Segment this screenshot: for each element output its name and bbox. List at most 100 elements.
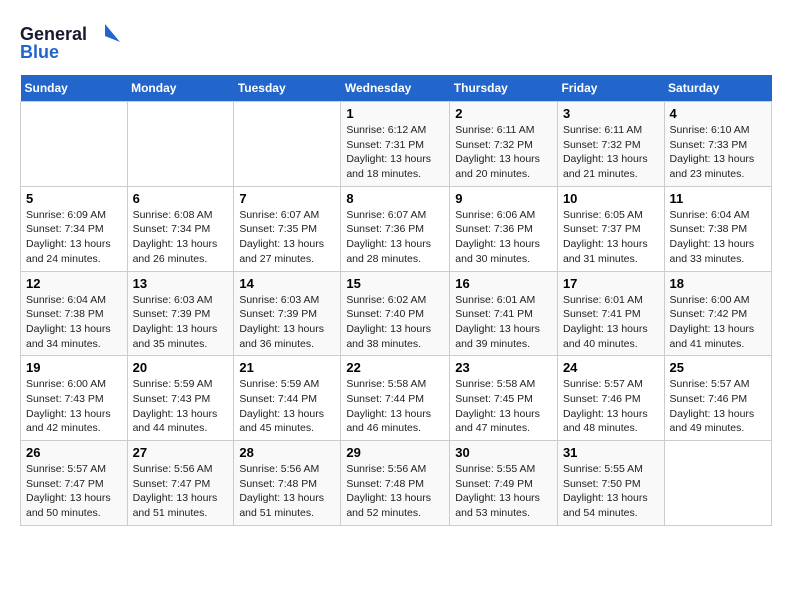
day-number: 21 — [239, 360, 335, 375]
calendar-cell: 12 Sunrise: 6:04 AMSunset: 7:38 PMDaylig… — [21, 271, 128, 356]
calendar-cell: 13 Sunrise: 6:03 AMSunset: 7:39 PMDaylig… — [127, 271, 234, 356]
calendar-cell: 17 Sunrise: 6:01 AMSunset: 7:41 PMDaylig… — [557, 271, 664, 356]
calendar-cell: 18 Sunrise: 6:00 AMSunset: 7:42 PMDaylig… — [664, 271, 771, 356]
day-number: 25 — [670, 360, 766, 375]
calendar-cell: 8 Sunrise: 6:07 AMSunset: 7:36 PMDayligh… — [341, 186, 450, 271]
day-number: 26 — [26, 445, 122, 460]
day-number: 16 — [455, 276, 552, 291]
cell-info: Sunrise: 5:59 AMSunset: 7:44 PMDaylight:… — [239, 378, 324, 434]
calendar-cell: 25 Sunrise: 5:57 AMSunset: 7:46 PMDaylig… — [664, 356, 771, 441]
calendar-cell: 5 Sunrise: 6:09 AMSunset: 7:34 PMDayligh… — [21, 186, 128, 271]
day-number: 18 — [670, 276, 766, 291]
calendar-cell: 23 Sunrise: 5:58 AMSunset: 7:45 PMDaylig… — [450, 356, 558, 441]
day-number: 30 — [455, 445, 552, 460]
calendar-cell: 31 Sunrise: 5:55 AMSunset: 7:50 PMDaylig… — [557, 441, 664, 526]
cell-info: Sunrise: 5:57 AMSunset: 7:46 PMDaylight:… — [670, 378, 755, 434]
cell-info: Sunrise: 6:02 AMSunset: 7:40 PMDaylight:… — [346, 294, 431, 350]
header-sunday: Sunday — [21, 75, 128, 102]
cell-info: Sunrise: 6:00 AMSunset: 7:43 PMDaylight:… — [26, 378, 111, 434]
calendar-cell: 21 Sunrise: 5:59 AMSunset: 7:44 PMDaylig… — [234, 356, 341, 441]
day-number: 2 — [455, 106, 552, 121]
cell-info: Sunrise: 5:57 AMSunset: 7:46 PMDaylight:… — [563, 378, 648, 434]
week-row-2: 5 Sunrise: 6:09 AMSunset: 7:34 PMDayligh… — [21, 186, 772, 271]
calendar-cell — [234, 102, 341, 187]
cell-info: Sunrise: 6:07 AMSunset: 7:36 PMDaylight:… — [346, 209, 431, 265]
calendar-header-row: SundayMondayTuesdayWednesdayThursdayFrid… — [21, 75, 772, 102]
day-number: 17 — [563, 276, 659, 291]
calendar-cell: 7 Sunrise: 6:07 AMSunset: 7:35 PMDayligh… — [234, 186, 341, 271]
calendar-cell — [127, 102, 234, 187]
day-number: 20 — [133, 360, 229, 375]
cell-info: Sunrise: 5:55 AMSunset: 7:49 PMDaylight:… — [455, 463, 540, 519]
day-number: 12 — [26, 276, 122, 291]
calendar-cell: 20 Sunrise: 5:59 AMSunset: 7:43 PMDaylig… — [127, 356, 234, 441]
cell-info: Sunrise: 5:57 AMSunset: 7:47 PMDaylight:… — [26, 463, 111, 519]
calendar-cell: 14 Sunrise: 6:03 AMSunset: 7:39 PMDaylig… — [234, 271, 341, 356]
cell-info: Sunrise: 6:06 AMSunset: 7:36 PMDaylight:… — [455, 209, 540, 265]
header-wednesday: Wednesday — [341, 75, 450, 102]
day-number: 3 — [563, 106, 659, 121]
calendar-cell: 27 Sunrise: 5:56 AMSunset: 7:47 PMDaylig… — [127, 441, 234, 526]
calendar-cell: 28 Sunrise: 5:56 AMSunset: 7:48 PMDaylig… — [234, 441, 341, 526]
cell-info: Sunrise: 6:04 AMSunset: 7:38 PMDaylight:… — [26, 294, 111, 350]
week-row-1: 1 Sunrise: 6:12 AMSunset: 7:31 PMDayligh… — [21, 102, 772, 187]
cell-info: Sunrise: 5:58 AMSunset: 7:44 PMDaylight:… — [346, 378, 431, 434]
calendar-cell: 10 Sunrise: 6:05 AMSunset: 7:37 PMDaylig… — [557, 186, 664, 271]
cell-info: Sunrise: 6:11 AMSunset: 7:32 PMDaylight:… — [455, 124, 540, 180]
calendar-cell: 30 Sunrise: 5:55 AMSunset: 7:49 PMDaylig… — [450, 441, 558, 526]
calendar-cell: 16 Sunrise: 6:01 AMSunset: 7:41 PMDaylig… — [450, 271, 558, 356]
cell-info: Sunrise: 6:00 AMSunset: 7:42 PMDaylight:… — [670, 294, 755, 350]
calendar-cell: 29 Sunrise: 5:56 AMSunset: 7:48 PMDaylig… — [341, 441, 450, 526]
week-row-3: 12 Sunrise: 6:04 AMSunset: 7:38 PMDaylig… — [21, 271, 772, 356]
calendar-cell — [21, 102, 128, 187]
logo: General Blue — [20, 20, 130, 65]
day-number: 27 — [133, 445, 229, 460]
calendar-table: SundayMondayTuesdayWednesdayThursdayFrid… — [20, 75, 772, 526]
header-saturday: Saturday — [664, 75, 771, 102]
day-number: 31 — [563, 445, 659, 460]
cell-info: Sunrise: 6:12 AMSunset: 7:31 PMDaylight:… — [346, 124, 431, 180]
day-number: 9 — [455, 191, 552, 206]
calendar-cell: 9 Sunrise: 6:06 AMSunset: 7:36 PMDayligh… — [450, 186, 558, 271]
svg-text:Blue: Blue — [20, 42, 59, 62]
cell-info: Sunrise: 6:05 AMSunset: 7:37 PMDaylight:… — [563, 209, 648, 265]
day-number: 19 — [26, 360, 122, 375]
day-number: 7 — [239, 191, 335, 206]
cell-info: Sunrise: 6:04 AMSunset: 7:38 PMDaylight:… — [670, 209, 755, 265]
day-number: 28 — [239, 445, 335, 460]
page-header: General Blue — [20, 20, 772, 65]
svg-text:General: General — [20, 24, 87, 44]
cell-info: Sunrise: 6:03 AMSunset: 7:39 PMDaylight:… — [239, 294, 324, 350]
cell-info: Sunrise: 6:09 AMSunset: 7:34 PMDaylight:… — [26, 209, 111, 265]
cell-info: Sunrise: 6:10 AMSunset: 7:33 PMDaylight:… — [670, 124, 755, 180]
day-number: 1 — [346, 106, 444, 121]
calendar-cell: 2 Sunrise: 6:11 AMSunset: 7:32 PMDayligh… — [450, 102, 558, 187]
calendar-cell: 15 Sunrise: 6:02 AMSunset: 7:40 PMDaylig… — [341, 271, 450, 356]
cell-info: Sunrise: 6:03 AMSunset: 7:39 PMDaylight:… — [133, 294, 218, 350]
calendar-cell: 11 Sunrise: 6:04 AMSunset: 7:38 PMDaylig… — [664, 186, 771, 271]
day-number: 5 — [26, 191, 122, 206]
calendar-cell: 26 Sunrise: 5:57 AMSunset: 7:47 PMDaylig… — [21, 441, 128, 526]
cell-info: Sunrise: 6:07 AMSunset: 7:35 PMDaylight:… — [239, 209, 324, 265]
week-row-4: 19 Sunrise: 6:00 AMSunset: 7:43 PMDaylig… — [21, 356, 772, 441]
header-monday: Monday — [127, 75, 234, 102]
calendar-cell — [664, 441, 771, 526]
day-number: 15 — [346, 276, 444, 291]
calendar-cell: 19 Sunrise: 6:00 AMSunset: 7:43 PMDaylig… — [21, 356, 128, 441]
day-number: 24 — [563, 360, 659, 375]
cell-info: Sunrise: 5:56 AMSunset: 7:47 PMDaylight:… — [133, 463, 218, 519]
day-number: 13 — [133, 276, 229, 291]
calendar-cell: 3 Sunrise: 6:11 AMSunset: 7:32 PMDayligh… — [557, 102, 664, 187]
cell-info: Sunrise: 6:11 AMSunset: 7:32 PMDaylight:… — [563, 124, 648, 180]
cell-info: Sunrise: 5:58 AMSunset: 7:45 PMDaylight:… — [455, 378, 540, 434]
cell-info: Sunrise: 6:08 AMSunset: 7:34 PMDaylight:… — [133, 209, 218, 265]
cell-info: Sunrise: 5:56 AMSunset: 7:48 PMDaylight:… — [239, 463, 324, 519]
day-number: 29 — [346, 445, 444, 460]
calendar-cell: 22 Sunrise: 5:58 AMSunset: 7:44 PMDaylig… — [341, 356, 450, 441]
day-number: 14 — [239, 276, 335, 291]
calendar-cell: 6 Sunrise: 6:08 AMSunset: 7:34 PMDayligh… — [127, 186, 234, 271]
day-number: 10 — [563, 191, 659, 206]
logo: General Blue — [20, 20, 130, 65]
cell-info: Sunrise: 6:01 AMSunset: 7:41 PMDaylight:… — [455, 294, 540, 350]
calendar-cell: 24 Sunrise: 5:57 AMSunset: 7:46 PMDaylig… — [557, 356, 664, 441]
